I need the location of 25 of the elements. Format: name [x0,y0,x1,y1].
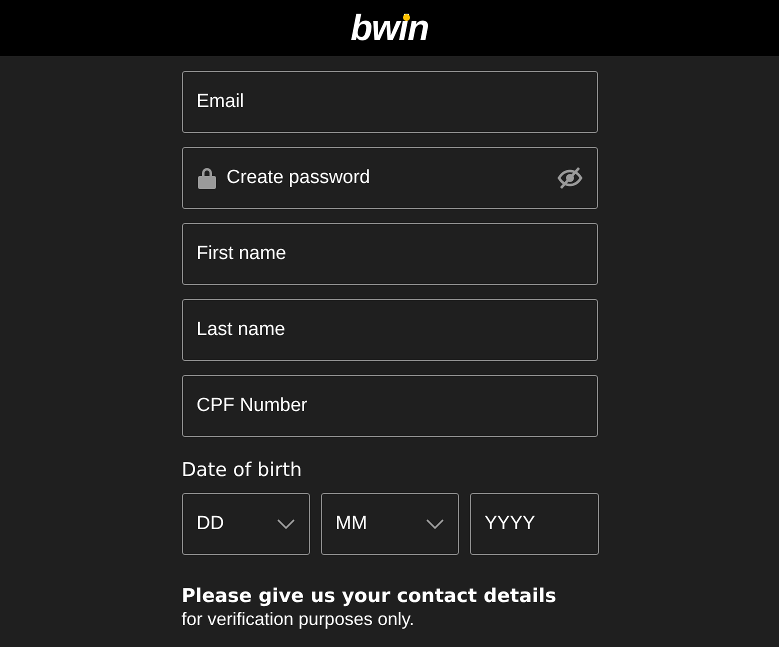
password-field[interactable]: Create password [182,147,598,209]
password-input[interactable]: Create password [226,167,546,189]
select-field[interactable]: MM [320,493,458,555]
input-field[interactable]: Email [182,71,598,133]
input-field[interactable]: First name [182,223,598,285]
field-label: Date of birth [182,459,303,481]
input-field[interactable]: CPF Number [182,375,598,437]
text-input[interactable]: CPF Number [196,395,582,417]
chevron-down-icon [276,519,294,529]
eye-slash-icon[interactable] [556,166,582,190]
chevron-down-icon [426,519,444,529]
select-field[interactable]: DD [182,493,310,555]
text-input[interactable]: Last name [196,319,582,341]
text-input[interactable]: First name [196,243,582,265]
text-input[interactable]: Email [196,91,582,113]
lock-icon [196,166,216,190]
note-text: for verification purposes only. [182,609,416,630]
text-input[interactable]: YYYY [484,513,584,535]
dot-icon [403,14,410,21]
select-input[interactable]: DD [196,513,266,535]
select-input[interactable]: MM [336,513,416,535]
logo[interactable]: bwin [350,8,428,48]
section-heading: Please give us your contact details [182,585,558,607]
input-field[interactable]: Last name [182,299,598,361]
input-field[interactable]: YYYY [470,493,598,555]
